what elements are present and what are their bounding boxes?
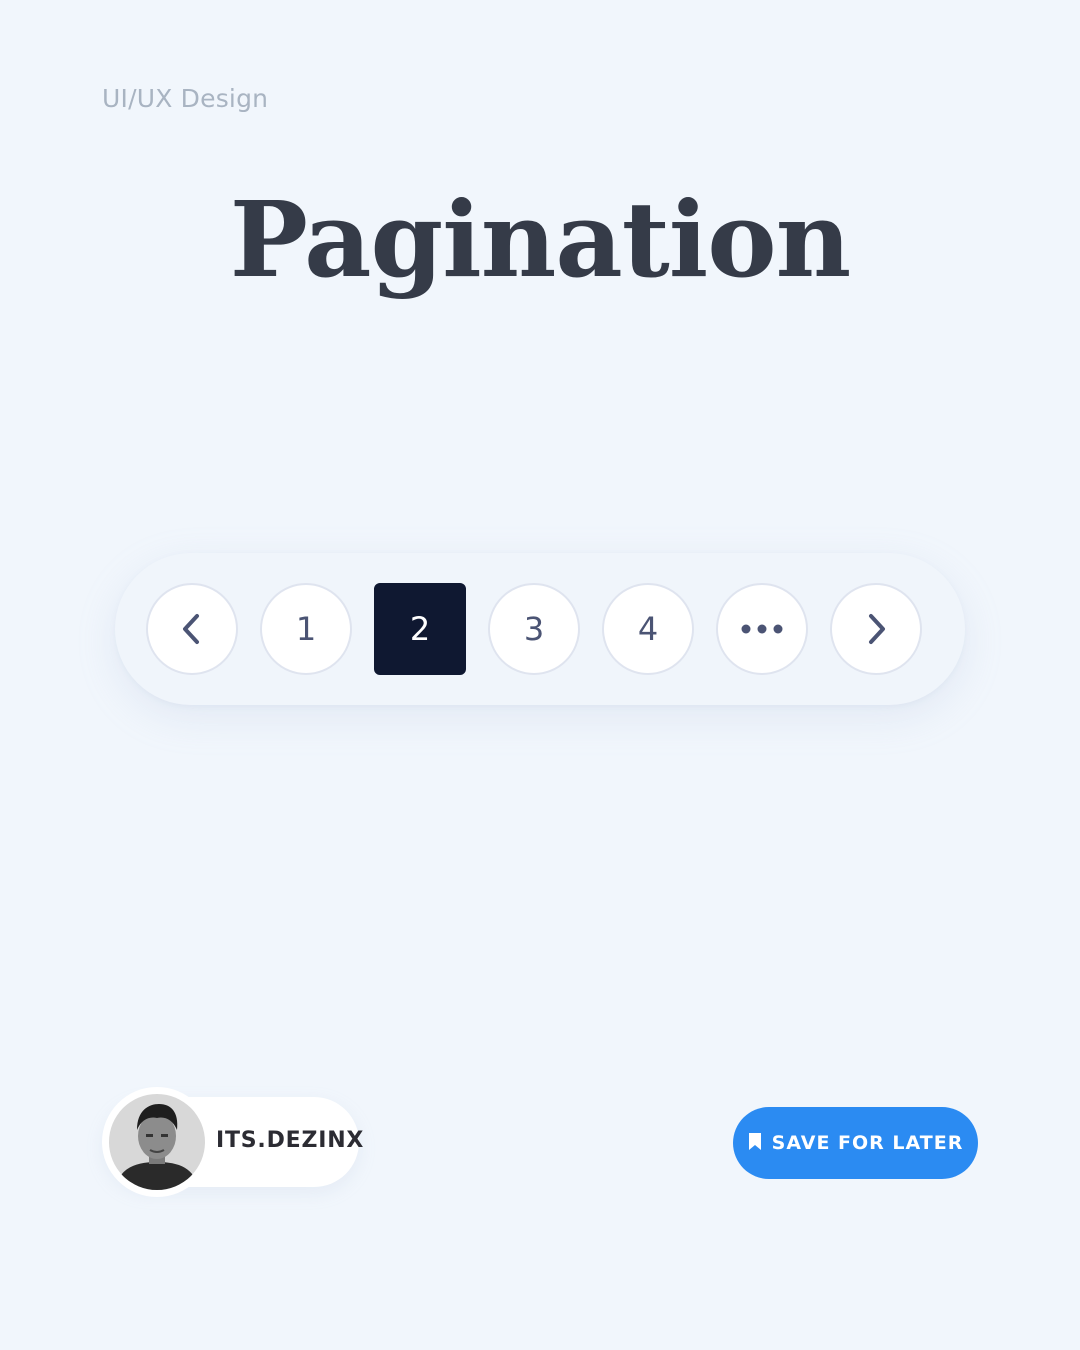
bookmark-icon — [748, 1132, 762, 1155]
save-button-label: SAVE FOR LATER — [771, 1132, 964, 1154]
page-title: Pagination — [229, 178, 852, 301]
ellipsis-icon — [740, 623, 784, 635]
page-button-2-active[interactable]: 2 — [374, 583, 466, 675]
page-button-3[interactable]: 3 — [488, 583, 580, 675]
category-label: UI/UX Design — [102, 84, 269, 113]
chevron-left-icon — [178, 611, 206, 647]
more-pages-button[interactable] — [716, 583, 808, 675]
prev-page-button[interactable] — [146, 583, 238, 675]
pagination: 1 2 3 4 — [115, 553, 965, 705]
author-name: ITS.DEZINX — [216, 1128, 365, 1153]
next-page-button[interactable] — [830, 583, 922, 675]
chevron-right-icon — [862, 611, 890, 647]
avatar — [102, 1087, 212, 1197]
page-button-4[interactable]: 4 — [602, 583, 694, 675]
page-button-1[interactable]: 1 — [260, 583, 352, 675]
save-for-later-button[interactable]: SAVE FOR LATER — [733, 1107, 978, 1179]
